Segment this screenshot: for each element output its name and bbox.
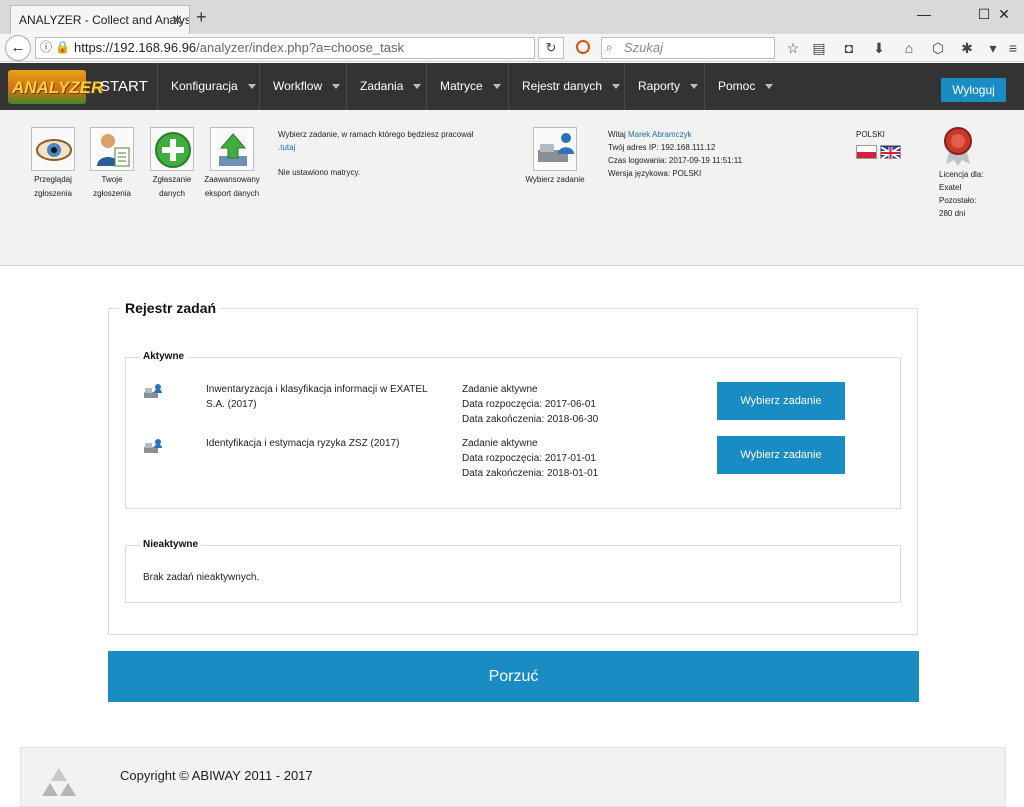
back-arrow-icon[interactable]: ← (5, 35, 31, 61)
extension-icon[interactable]: ⬡ (929, 39, 947, 57)
choose-task-button-2[interactable]: Wybierz zadanie (717, 436, 845, 474)
browser-tab[interactable]: ANALYZER - Collect and Analysi ✕ (10, 5, 190, 34)
menu-dropdown-icon[interactable]: ▾ (984, 39, 1002, 57)
url-path: /analyzer/index.php?a=choose_task (196, 40, 404, 55)
language-version: Wersja językowa: POLSKI (608, 169, 702, 178)
minimize-icon[interactable]: — (904, 0, 944, 30)
task-registry-title: Rejestr zadań (121, 300, 221, 316)
task-name: Inwentaryzacja i klasyfikacja informacji… (206, 384, 428, 410)
polish-flag-icon[interactable] (856, 145, 877, 159)
menu-matryce[interactable]: Matryce (426, 63, 508, 110)
here-link[interactable]: .tutaj (278, 141, 518, 154)
copyright-text: Copyright © ABIWAY 2011 - 2017 (120, 768, 313, 783)
search-icon: ⌕ (606, 40, 613, 54)
menu-raporty[interactable]: Raporty (624, 63, 704, 110)
hamburger-menu-icon[interactable]: ≡ (1004, 39, 1022, 57)
analyzer-logo[interactable]: ANALYZER (8, 70, 103, 104)
plus-icon (150, 127, 194, 171)
eye-icon (31, 127, 75, 171)
pocket-icon[interactable]: ◘ (840, 39, 858, 57)
menu-rejestr-danych[interactable]: Rejestr danych (508, 63, 624, 110)
reload-icon[interactable]: ↻ (538, 37, 564, 59)
tool-choose-task[interactable]: Wybierz zadanie (525, 127, 585, 187)
home-icon[interactable]: ⌂ (900, 39, 918, 57)
task-meta: Zadanie aktywne Data rozpoczęcia: 2017-0… (462, 438, 599, 479)
license-info: Licencja dla: Exatel Pozostało: 280 dni (939, 170, 984, 218)
abandon-button[interactable]: Porzuć (108, 651, 919, 702)
logout-button[interactable]: Wyloguj (941, 78, 1006, 102)
app-header: ANALYZER START Konfiguracja Workflow Zad… (0, 63, 1024, 110)
ip-address: Twój adres IP: 192.168.111.12 (608, 143, 716, 152)
task-meta: Zadanie aktywne Data rozpoczęcia: 2017-0… (462, 384, 599, 425)
tool-browse-reports[interactable]: Przeglądaj zgłoszenia (23, 127, 83, 201)
chevron-down-icon (690, 84, 699, 90)
english-flag-icon[interactable] (880, 145, 901, 160)
menu-workflow[interactable]: Workflow (259, 63, 346, 110)
abiway-logo-icon (40, 766, 78, 800)
url-host: https://192.168.96.96 (74, 40, 197, 55)
bookmark-star-icon[interactable]: ☆ (784, 39, 802, 57)
noscript-icon[interactable] (576, 40, 590, 54)
language-label: POLSKI (856, 130, 885, 139)
inactive-tasks-legend: Nieaktywne (140, 539, 202, 550)
export-arrow-icon (210, 127, 254, 171)
download-icon[interactable]: ⬇ (870, 39, 888, 57)
license-seal-icon (940, 126, 976, 166)
task-desk-icon (143, 383, 163, 401)
chevron-down-icon (413, 84, 422, 90)
desk-user-icon (533, 127, 577, 171)
tool-your-reports[interactable]: Twoje zgłoszenia (82, 127, 142, 201)
menu-konfiguracja[interactable]: Konfiguracja (157, 63, 259, 110)
tool-advanced-export[interactable]: Zaawansowany eksport danych (202, 127, 262, 201)
addon-icon[interactable]: ✱ (958, 39, 976, 57)
browser-tab-title: ANALYZER - Collect and Analysi (19, 13, 190, 27)
chevron-down-icon (247, 84, 256, 90)
choose-task-hint: Wybierz zadanie, w ramach którego będzie… (278, 128, 518, 154)
task-name: Identyfikacja i estymacja ryzyka ZSZ (20… (206, 438, 400, 449)
active-tasks-legend: Aktywne (140, 351, 188, 362)
chevron-down-icon (492, 84, 501, 90)
menu-zadania[interactable]: Zadania (346, 63, 426, 110)
browser-tab-bar: ANALYZER - Collect and Analysi ✕ + — ☐ ✕ (0, 0, 1024, 34)
window-close-icon[interactable]: ✕ (984, 0, 1024, 30)
user-name-link[interactable]: Marek Abramczyk (628, 130, 692, 139)
close-tab-icon[interactable]: ✕ (171, 6, 183, 34)
new-tab-icon[interactable]: + (196, 7, 207, 28)
user-info: Witaj Marek Abramczyk Twój adres IP: 192… (608, 130, 743, 178)
active-tasks-fieldset (125, 357, 901, 509)
no-inactive-tasks-text: Brak zadań nieaktywnych. (143, 572, 260, 583)
chevron-down-icon (765, 84, 774, 90)
chevron-down-icon (332, 84, 341, 90)
browser-search-input[interactable]: Szukaj (601, 37, 775, 59)
logo-text: ANALYZER (12, 78, 104, 97)
task-desk-icon (143, 438, 163, 456)
site-info-icon[interactable]: ⓘ 🔒 (40, 38, 70, 55)
browser-nav-bar: ← https://192.168.96.96/analyzer/index.p… (0, 34, 1024, 62)
menu-pomoc[interactable]: Pomoc (704, 63, 784, 110)
start-link[interactable]: START (100, 63, 148, 110)
address-bar[interactable]: https://192.168.96.96/analyzer/index.php… (35, 37, 535, 59)
choose-task-button-1[interactable]: Wybierz zadanie (717, 382, 845, 420)
reading-list-icon[interactable]: ▤ (810, 39, 828, 57)
user-document-icon (90, 127, 134, 171)
chevron-down-icon (612, 84, 621, 90)
login-time: Czas logowania: 2017-09-19 11:51:11 (608, 156, 743, 165)
tool-submit-data[interactable]: Zgłaszanie danych (142, 127, 202, 201)
no-matrix-text: Nie ustawiono matrycy. (278, 168, 361, 177)
